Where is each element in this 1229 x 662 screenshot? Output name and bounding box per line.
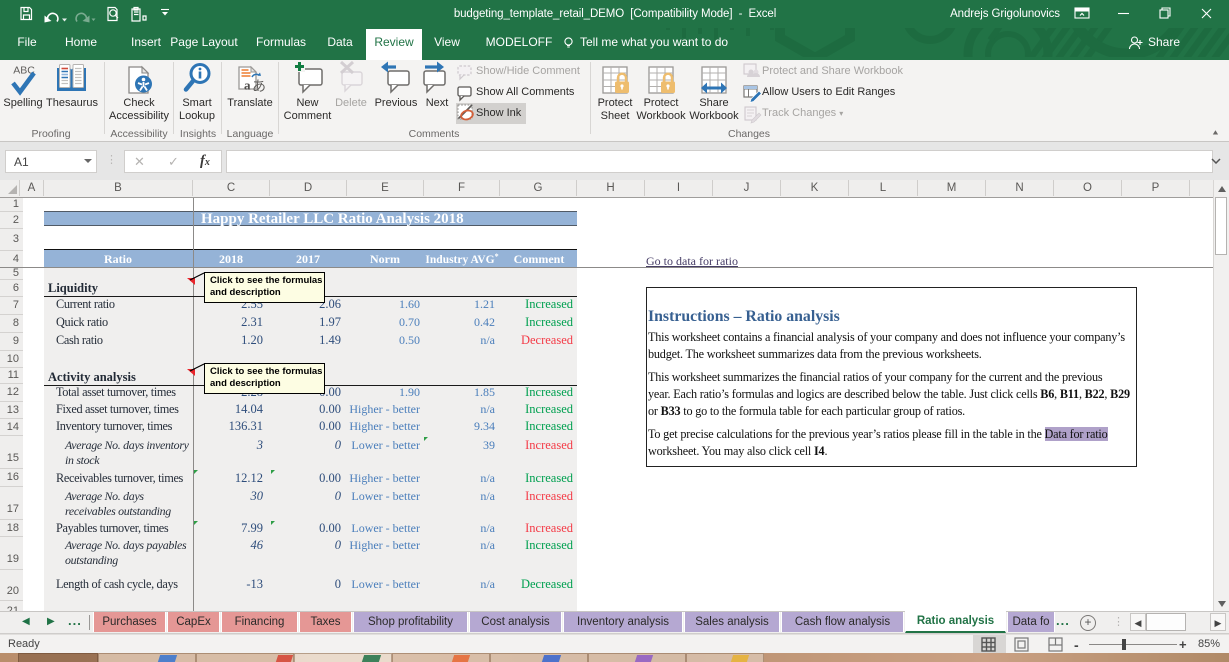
svg-text:あ: あ <box>252 78 266 94</box>
svg-text:a: a <box>244 78 251 93</box>
